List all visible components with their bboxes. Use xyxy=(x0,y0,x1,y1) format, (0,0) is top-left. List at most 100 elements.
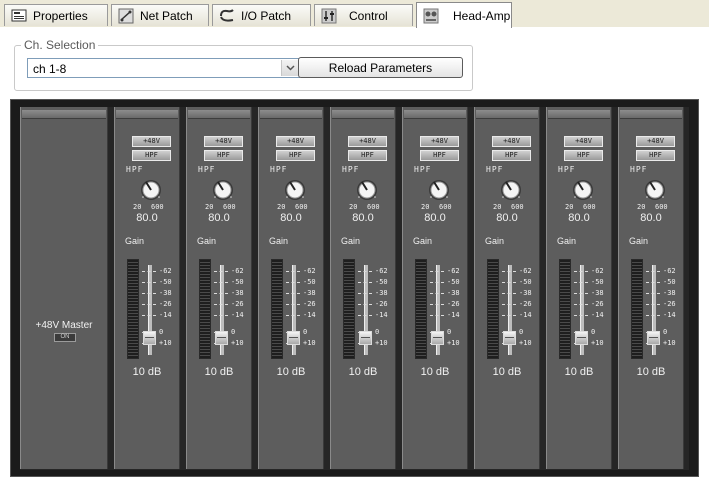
hpf-button[interactable]: HPF xyxy=(132,150,171,161)
hpf-knob-min: 20 xyxy=(277,203,286,211)
fader-scale-label: +10 xyxy=(447,339,460,347)
hpf-knob-min: 20 xyxy=(421,203,430,211)
fader-tick xyxy=(142,315,156,317)
hpf-knob[interactable] xyxy=(644,179,666,201)
gain-fader-thumb[interactable] xyxy=(359,331,372,345)
phantom-master-label: +48V Master xyxy=(35,320,93,331)
hpf-button[interactable]: HPF xyxy=(636,150,675,161)
gain-fader-thumb[interactable] xyxy=(143,331,156,345)
fader-scale-label: -50 xyxy=(591,278,604,286)
phantom-48v-button[interactable]: +48V xyxy=(276,136,315,147)
gain-fader-thumb[interactable] xyxy=(287,331,300,345)
hpf-button[interactable]: HPF xyxy=(492,150,531,161)
strip-cap xyxy=(22,110,106,119)
fader-tick xyxy=(430,282,444,284)
gain-value: 10 dB xyxy=(636,366,666,378)
fader-scale-label: 0 xyxy=(591,328,596,336)
gain-label: Gain xyxy=(485,236,505,246)
fader-scale-label: -50 xyxy=(519,278,532,286)
tab-properties[interactable]: Properties xyxy=(4,4,108,26)
gain-fader-thumb[interactable] xyxy=(503,331,516,345)
hpf-knob[interactable] xyxy=(500,179,522,201)
gain-label: Gain xyxy=(269,236,289,246)
tab-head-amp[interactable]: Head-Amp xyxy=(416,2,512,28)
fader-tick xyxy=(574,271,588,273)
fader-tick xyxy=(358,282,372,284)
hpf-button[interactable]: HPF xyxy=(204,150,243,161)
level-meter xyxy=(199,259,211,359)
fader-tick xyxy=(214,315,228,317)
level-meter xyxy=(631,259,643,359)
phantom-48v-button[interactable]: +48V xyxy=(132,136,171,147)
gain-fader-thumb[interactable] xyxy=(215,331,228,345)
strip-cap xyxy=(620,110,682,119)
fader-scale-label: 0 xyxy=(303,328,308,336)
fader-scale-label: -62 xyxy=(591,267,604,275)
level-meter xyxy=(271,259,283,359)
fader-scale-label: 0 xyxy=(663,328,668,336)
gain-fader-thumb[interactable] xyxy=(647,331,660,345)
hpf-knob-min: 20 xyxy=(205,203,214,211)
ch-selection-group: Ch. Selection ch 1-8 Reload Parameters xyxy=(14,38,473,91)
net-patch-icon xyxy=(118,8,134,24)
reload-parameters-button[interactable]: Reload Parameters xyxy=(298,57,463,78)
hpf-knob[interactable] xyxy=(284,179,306,201)
fader-scale-label: -38 xyxy=(375,289,388,297)
strip-cap xyxy=(188,110,250,119)
hpf-button[interactable]: HPF xyxy=(420,150,459,161)
hpf-knob[interactable] xyxy=(212,179,234,201)
phantom-48v-button[interactable]: +48V xyxy=(492,136,531,147)
fader-tick xyxy=(502,304,516,306)
hpf-knob[interactable] xyxy=(356,179,378,201)
tab-io-patch[interactable]: I/O Patch xyxy=(212,4,311,26)
fader-scale-label: -26 xyxy=(375,300,388,308)
hpf-button[interactable]: HPF xyxy=(564,150,603,161)
hpf-knob-min: 20 xyxy=(349,203,358,211)
phantom-48v-button[interactable]: +48V xyxy=(564,136,603,147)
tab-net-patch[interactable]: Net Patch xyxy=(111,4,209,26)
fader-scale-label: -38 xyxy=(303,289,316,297)
fader-scale-label: -26 xyxy=(303,300,316,308)
fader-scale-label: -14 xyxy=(375,311,388,319)
hpf-button[interactable]: HPF xyxy=(276,150,315,161)
fader-scale-label: +10 xyxy=(303,339,316,347)
phantom-48v-button[interactable]: +48V xyxy=(420,136,459,147)
phantom-master-button[interactable]: ON xyxy=(54,333,76,342)
gain-fader-thumb[interactable] xyxy=(431,331,444,345)
gain-value: 10 dB xyxy=(276,366,306,378)
hpf-knob[interactable] xyxy=(140,179,162,201)
fader-scale-label: 0 xyxy=(447,328,452,336)
channel-select[interactable]: ch 1-8 xyxy=(27,58,300,78)
gain-fader-thumb[interactable] xyxy=(575,331,588,345)
fader-tick xyxy=(430,304,444,306)
fader-tick xyxy=(286,282,300,284)
tab-control[interactable]: Control xyxy=(314,4,413,26)
hpf-label: HPF xyxy=(414,165,432,174)
fader-tick xyxy=(142,293,156,295)
hpf-knob[interactable] xyxy=(572,179,594,201)
fader-tick xyxy=(574,315,588,317)
gain-label: Gain xyxy=(413,236,433,246)
strip-cap xyxy=(332,110,394,119)
channel-select-value: ch 1-8 xyxy=(33,62,67,76)
hpf-knob-min: 20 xyxy=(637,203,646,211)
chevron-down-icon[interactable] xyxy=(281,60,298,76)
fader-scale-label: -26 xyxy=(663,300,676,308)
fader-tick xyxy=(502,271,516,273)
hpf-button[interactable]: HPF xyxy=(348,150,387,161)
fader-tick xyxy=(430,315,444,317)
hpf-value: 80.0 xyxy=(424,212,446,224)
fader-tick xyxy=(358,315,372,317)
fader-tick xyxy=(646,282,660,284)
phantom-48v-button[interactable]: +48V xyxy=(348,136,387,147)
phantom-48v-button[interactable]: +48V xyxy=(636,136,675,147)
fader-tick xyxy=(142,282,156,284)
fader-scale-label: -26 xyxy=(519,300,532,308)
hpf-knob[interactable] xyxy=(428,179,450,201)
fader-tick xyxy=(358,293,372,295)
fader-scale-label: -62 xyxy=(663,267,676,275)
hpf-value: 80.0 xyxy=(640,212,662,224)
phantom-48v-button[interactable]: +48V xyxy=(204,136,243,147)
hpf-knob-max: 600 xyxy=(439,203,452,211)
fader-scale-label: -14 xyxy=(663,311,676,319)
